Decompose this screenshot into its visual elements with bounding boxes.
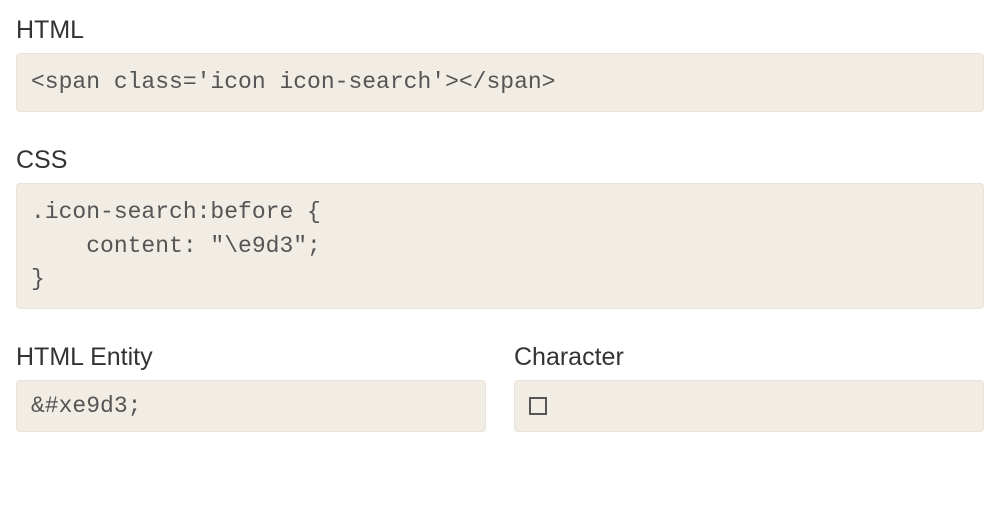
character-label: Character	[514, 343, 984, 372]
css-code-box[interactable]: .icon-search:before { content: "\e9d3"; …	[16, 183, 984, 309]
css-label: CSS	[16, 146, 984, 175]
html-code-box[interactable]: <span class='icon icon-search'></span>	[16, 53, 984, 112]
css-section: CSS .icon-search:before { content: "\e9d…	[16, 146, 984, 309]
entity-character-row: HTML Entity &#xe9d3; Character	[16, 343, 984, 432]
character-value-box[interactable]	[514, 380, 984, 432]
html-label: HTML	[16, 16, 984, 45]
entity-value-box[interactable]: &#xe9d3;	[16, 380, 486, 432]
character-column: Character	[514, 343, 984, 432]
entity-column: HTML Entity &#xe9d3;	[16, 343, 486, 432]
html-section: HTML <span class='icon icon-search'></sp…	[16, 16, 984, 112]
private-use-glyph-icon	[529, 397, 547, 415]
entity-label: HTML Entity	[16, 343, 486, 372]
